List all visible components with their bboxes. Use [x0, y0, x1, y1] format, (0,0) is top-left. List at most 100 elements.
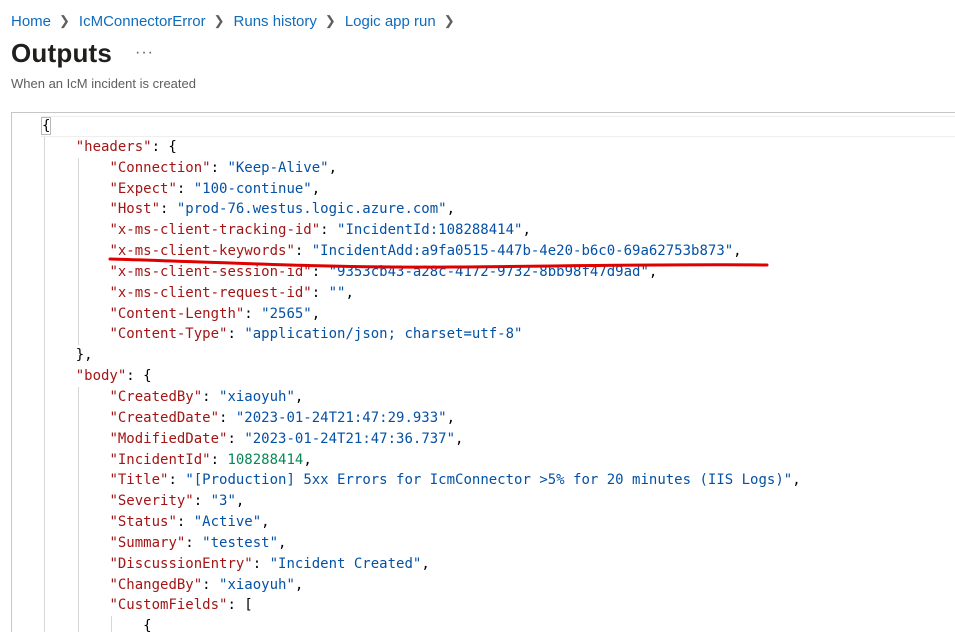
json-punctuation: ,	[328, 159, 338, 176]
json-string-value: "prod-76.westus.logic.azure.com"	[176, 201, 447, 218]
indent-guide	[44, 553, 45, 575]
json-punctuation: ,	[261, 514, 270, 531]
json-key: "CreatedBy"	[109, 388, 203, 405]
code-line: "Expect": "100-continue",	[42, 178, 801, 200]
json-key: "Content-Type"	[109, 326, 228, 343]
json-string-value: ""	[328, 284, 346, 301]
code-line: "Connection": "Keep-Alive",	[42, 157, 801, 179]
indent-guide	[77, 324, 79, 346]
json-number-value: 108288414	[227, 451, 304, 468]
json-key: "Severity"	[109, 493, 194, 510]
json-string-value: "2023-01-24T21:47:29.933"	[235, 409, 447, 426]
json-punctuation: ,	[733, 243, 742, 260]
json-punctuation: :	[244, 305, 262, 322]
json-key: "Title"	[109, 472, 169, 489]
breadcrumb-home[interactable]: Home	[11, 13, 51, 30]
indent-guide	[77, 428, 79, 450]
json-punctuation: :	[320, 222, 338, 239]
code-line: },	[42, 345, 801, 367]
breadcrumb: Home ❯ IcMConnectorError ❯ Runs history …	[11, 10, 464, 32]
indent-guide	[77, 282, 79, 304]
indent-guide	[44, 199, 45, 221]
json-string-value: "2565"	[261, 305, 312, 322]
json-key: "Content-Length"	[109, 305, 245, 322]
indent-guide	[77, 553, 79, 575]
indent-guide	[44, 470, 45, 492]
breadcrumb-logic-app-run[interactable]: Logic app run	[345, 13, 436, 30]
indent-guide	[77, 449, 79, 471]
json-punctuation: {	[40, 117, 52, 135]
code-line: "x-ms-client-session-id": "9353cb43-a28c…	[42, 261, 801, 283]
indent-guide	[77, 386, 79, 408]
json-string-value: "Incident Created"	[269, 555, 422, 572]
json-string-value: "9353cb43-a28c-4172-9732-8bb98f47d9ad"	[328, 263, 649, 280]
json-punctuation: :	[227, 326, 245, 343]
code-line: "CustomFields": [	[42, 595, 801, 617]
indent-guide	[44, 512, 45, 533]
json-code: { "headers": { "Connection": "Keep-Alive…	[40, 116, 801, 632]
page-title: Outputs	[11, 38, 113, 68]
indent-guide	[77, 512, 79, 533]
code-line: {	[42, 616, 801, 632]
json-punctuation: ,	[446, 201, 456, 218]
json-punctuation: :	[210, 451, 228, 468]
code-line: "body": {	[42, 366, 801, 387]
code-line: "x-ms-client-request-id": "",	[42, 282, 801, 304]
json-key: "Connection"	[109, 159, 211, 176]
json-key: "Host"	[109, 201, 161, 218]
json-punctuation: ,	[311, 180, 321, 197]
code-line: "headers": {	[42, 136, 801, 158]
json-key: "x-ms-client-request-id"	[109, 284, 312, 301]
editor-gutter	[12, 113, 40, 632]
indent-guide	[44, 157, 45, 179]
json-key: "Expect"	[109, 180, 177, 197]
json-punctuation: : [	[227, 597, 253, 614]
indent-guide	[77, 261, 79, 283]
code-line: "DiscussionEntry": "Incident Created",	[42, 553, 801, 575]
indent-guide	[77, 407, 79, 429]
indent-guide	[77, 532, 79, 554]
json-punctuation: ,	[421, 555, 430, 572]
json-punctuation: :	[227, 430, 245, 447]
json-string-value: "Keep-Alive"	[227, 159, 329, 176]
chevron-right-icon: ❯	[59, 13, 70, 28]
indent-guide	[44, 616, 45, 632]
indent-guide	[44, 241, 45, 262]
json-string-value: "IncidentAdd:a9fa0515-447b-4e20-b6c0-69a…	[311, 243, 734, 260]
json-string-value: "3"	[210, 493, 236, 510]
breadcrumb-icmconnectorerror[interactable]: IcMConnectorError	[79, 13, 206, 30]
json-string-value: "xiaoyuh"	[219, 388, 295, 405]
indent-guide	[44, 407, 45, 429]
json-punctuation: :	[176, 514, 194, 531]
json-key: "Status"	[109, 514, 177, 531]
indent-guide	[44, 136, 45, 158]
indent-guide	[44, 303, 45, 325]
json-key: "x-ms-client-tracking-id"	[109, 222, 321, 239]
json-punctuation: ,	[235, 493, 245, 510]
chevron-right-icon: ❯	[443, 13, 455, 28]
code-line: "Content-Type": "application/json; chars…	[42, 324, 801, 346]
more-options-button[interactable]: ···	[135, 44, 154, 62]
json-string-value: "Active"	[193, 514, 262, 531]
breadcrumb-runs-history[interactable]: Runs history	[234, 13, 317, 30]
json-output-viewer[interactable]: { "headers": { "Connection": "Keep-Alive…	[11, 112, 955, 632]
code-line: "ChangedBy": "xiaoyuh",	[42, 574, 801, 596]
json-punctuation: :	[252, 555, 270, 572]
indent-guide	[44, 449, 45, 471]
json-punctuation: ,	[345, 284, 354, 301]
code-line: "Summary": "testest",	[42, 532, 801, 554]
json-punctuation: ,	[792, 472, 801, 489]
indent-guide	[77, 241, 79, 262]
indent-guide	[44, 324, 45, 346]
code-line: "x-ms-client-keywords": "IncidentAdd:a9f…	[42, 241, 801, 262]
json-punctuation: :	[294, 243, 312, 260]
indent-guide	[44, 220, 45, 242]
json-punctuation: : {	[151, 138, 177, 155]
json-key: "ChangedBy"	[109, 576, 203, 593]
json-punctuation: :	[168, 472, 186, 489]
json-key: "headers"	[75, 138, 152, 155]
json-punctuation: :	[202, 576, 220, 593]
code-line: "ModifiedDate": "2023-01-24T21:47:36.737…	[42, 428, 801, 450]
json-punctuation: ,	[303, 451, 312, 468]
json-key: "CreatedDate"	[109, 409, 220, 426]
